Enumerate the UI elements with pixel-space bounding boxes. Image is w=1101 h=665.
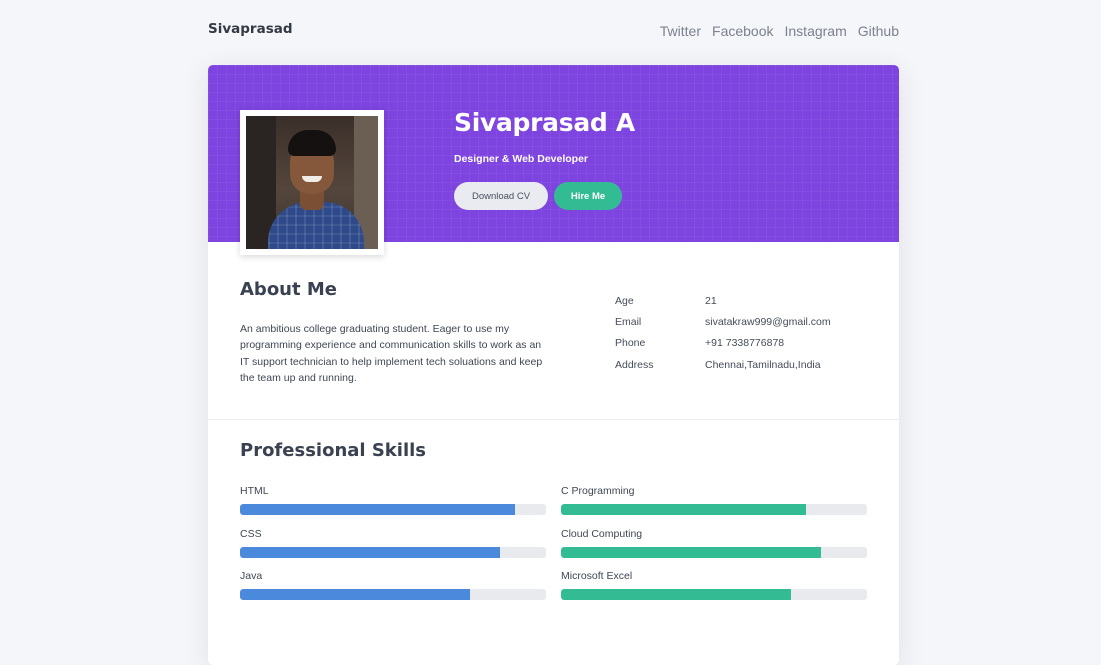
skill-bar: [240, 589, 470, 600]
skill-microsoft-excel: Microsoft Excel: [561, 570, 867, 600]
personal-info: Age 21 Email sivatakraw999@gmail.com Pho…: [615, 290, 875, 376]
section-divider: [208, 419, 899, 420]
info-value: 21: [705, 294, 717, 307]
info-key: Email: [615, 316, 642, 329]
skill-bar: [561, 504, 806, 515]
skill-label: HTML: [240, 485, 269, 497]
nav-link-facebook[interactable]: Facebook: [712, 23, 773, 39]
profile-photo: [246, 116, 378, 249]
skill-c-programming: C Programming: [561, 485, 867, 515]
info-row-address: Address Chennai,Tamilnadu,India: [615, 354, 875, 375]
skill-track: [561, 504, 867, 515]
skill-track: [240, 547, 546, 558]
social-links: Twitter Facebook Instagram Github: [660, 23, 899, 39]
about-title: About Me: [240, 279, 337, 300]
skill-track: [240, 589, 546, 600]
skill-bar: [240, 547, 501, 558]
about-text: An ambitious college graduating student.…: [240, 323, 543, 384]
brand-logo[interactable]: Sivaprasad: [208, 21, 293, 37]
download-cv-button[interactable]: Download CV: [454, 182, 548, 210]
skill-bar: [561, 589, 791, 600]
skill-bar: [240, 504, 516, 515]
skill-label: CSS: [240, 528, 262, 540]
skill-track: [561, 589, 867, 600]
nav-link-github[interactable]: Github: [858, 23, 899, 39]
info-key: Address: [615, 358, 654, 371]
nav-link-twitter[interactable]: Twitter: [660, 23, 701, 39]
profile-name: Sivaprasad A: [454, 108, 635, 137]
skill-cloud-computing: Cloud Computing: [561, 528, 867, 558]
skill-label: Microsoft Excel: [561, 570, 633, 582]
info-key: Age: [615, 294, 634, 307]
hire-me-button[interactable]: Hire Me: [554, 182, 622, 210]
skill-java: Java: [240, 570, 546, 600]
profile-role: Designer & Web Developer: [454, 153, 589, 165]
skill-label: Java: [240, 570, 263, 582]
info-row-age: Age 21: [615, 290, 875, 311]
skill-label: Cloud Computing: [561, 528, 643, 540]
resume-card: Sivaprasad A Designer & Web Developer Do…: [208, 65, 899, 665]
info-value: sivatakraw999@gmail.com: [705, 316, 831, 329]
info-key: Phone: [615, 337, 646, 350]
skill-html: HTML: [240, 485, 546, 515]
top-navbar: Sivaprasad Twitter Facebook Instagram Gi…: [208, 0, 899, 60]
info-value: Chennai,Tamilnadu,India: [705, 358, 821, 371]
profile-photo-frame: [240, 110, 384, 255]
info-row-email: Email sivatakraw999@gmail.com: [615, 311, 875, 332]
skill-track: [240, 504, 546, 515]
nav-link-instagram[interactable]: Instagram: [785, 23, 847, 39]
skill-track: [561, 547, 867, 558]
skills-title: Professional Skills: [240, 440, 426, 461]
info-value: +91 7338776878: [705, 337, 785, 350]
skill-css: CSS: [240, 528, 546, 558]
skill-bar: [561, 547, 822, 558]
info-row-phone: Phone +91 7338776878: [615, 333, 875, 354]
skill-label: C Programming: [561, 485, 635, 497]
